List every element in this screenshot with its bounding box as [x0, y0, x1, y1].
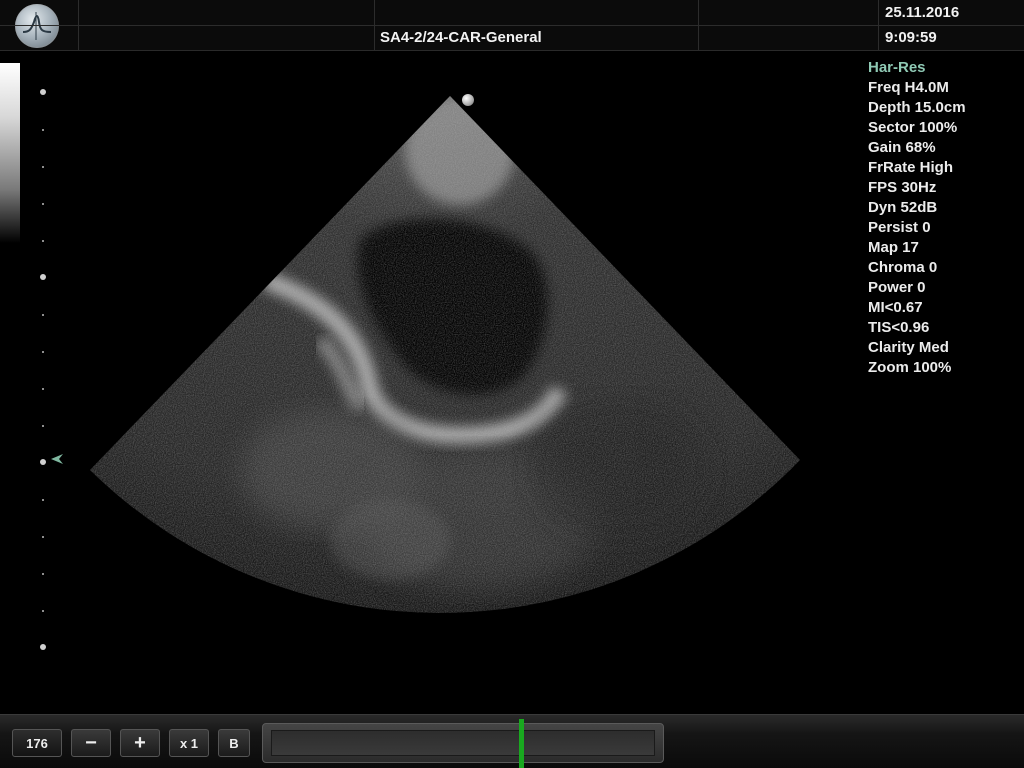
- date-label: 25.11.2016: [885, 4, 960, 21]
- parameter-readout: Persist 0: [868, 219, 931, 236]
- depth-minor-tick: [42, 610, 44, 612]
- parameter-readout: Dyn 52dB: [868, 199, 938, 216]
- depth-minor-tick: [42, 536, 44, 538]
- depth-minor-tick: [42, 388, 44, 390]
- parameter-readout: Har-Res: [868, 59, 926, 76]
- depth-minor-tick: [42, 314, 44, 316]
- orientation-dot-icon: [462, 94, 474, 106]
- parameter-readout: Clarity Med: [868, 339, 949, 356]
- depth-minor-tick: [42, 573, 44, 575]
- parameter-readout: Map 17: [868, 239, 919, 256]
- parameter-readout: Sector 100%: [868, 119, 958, 136]
- time-label: 9:09:59: [885, 29, 937, 46]
- depth-minor-tick: [42, 425, 44, 427]
- parameter-readout: Freq H4.0M: [868, 79, 949, 96]
- parameter-readout: Chroma 0: [868, 259, 938, 276]
- cine-track: [271, 730, 655, 756]
- depth-major-tick: [40, 274, 46, 280]
- ultrasound-screen: SA4-2/24-CAR-General 25.11.2016 9:09:59: [0, 0, 1024, 768]
- frame-counter: 176: [12, 729, 62, 757]
- ultrasound-image[interactable]: [60, 90, 820, 690]
- parameter-readout: Depth 15.0cm: [868, 99, 966, 116]
- depth-minor-tick: [42, 240, 44, 242]
- cine-control-bar: 176 − + x 1 B: [0, 714, 1024, 768]
- depth-major-tick: [40, 89, 46, 95]
- decrease-button[interactable]: −: [71, 729, 111, 757]
- cine-slider[interactable]: [262, 723, 664, 763]
- depth-minor-tick: [42, 129, 44, 131]
- depth-major-tick: [40, 644, 46, 650]
- parameter-readout: FPS 30Hz: [868, 179, 937, 196]
- depth-minor-tick: [42, 166, 44, 168]
- header-divider: [0, 25, 1024, 26]
- parameters-panel: Har-Res Freq H4.0M Depth 15.0cm Sector 100%…: [868, 58, 1018, 378]
- parameter-readout: Gain 68%: [868, 139, 936, 156]
- preset-label: SA4-2/24-CAR-General: [380, 29, 542, 46]
- increase-button[interactable]: +: [120, 729, 160, 757]
- depth-minor-tick: [42, 499, 44, 501]
- b-mode-button[interactable]: B: [218, 729, 250, 757]
- depth-minor-tick: [42, 203, 44, 205]
- header-bar: SA4-2/24-CAR-General 25.11.2016 9:09:59: [0, 0, 1024, 51]
- depth-minor-tick: [42, 351, 44, 353]
- parameter-readout: FrRate High: [868, 159, 954, 176]
- depth-major-tick: [40, 459, 46, 465]
- parameter-readout: MI<0.67: [868, 299, 923, 316]
- parameter-readout: Zoom 100%: [868, 359, 952, 376]
- waveform-logo-icon[interactable]: [15, 4, 59, 48]
- speed-button[interactable]: x 1: [169, 729, 209, 757]
- parameter-readout: Power 0: [868, 279, 926, 296]
- grayscale-bar: [0, 63, 20, 243]
- cine-cursor[interactable]: [518, 719, 524, 768]
- parameter-readout: TIS<0.96: [868, 319, 930, 336]
